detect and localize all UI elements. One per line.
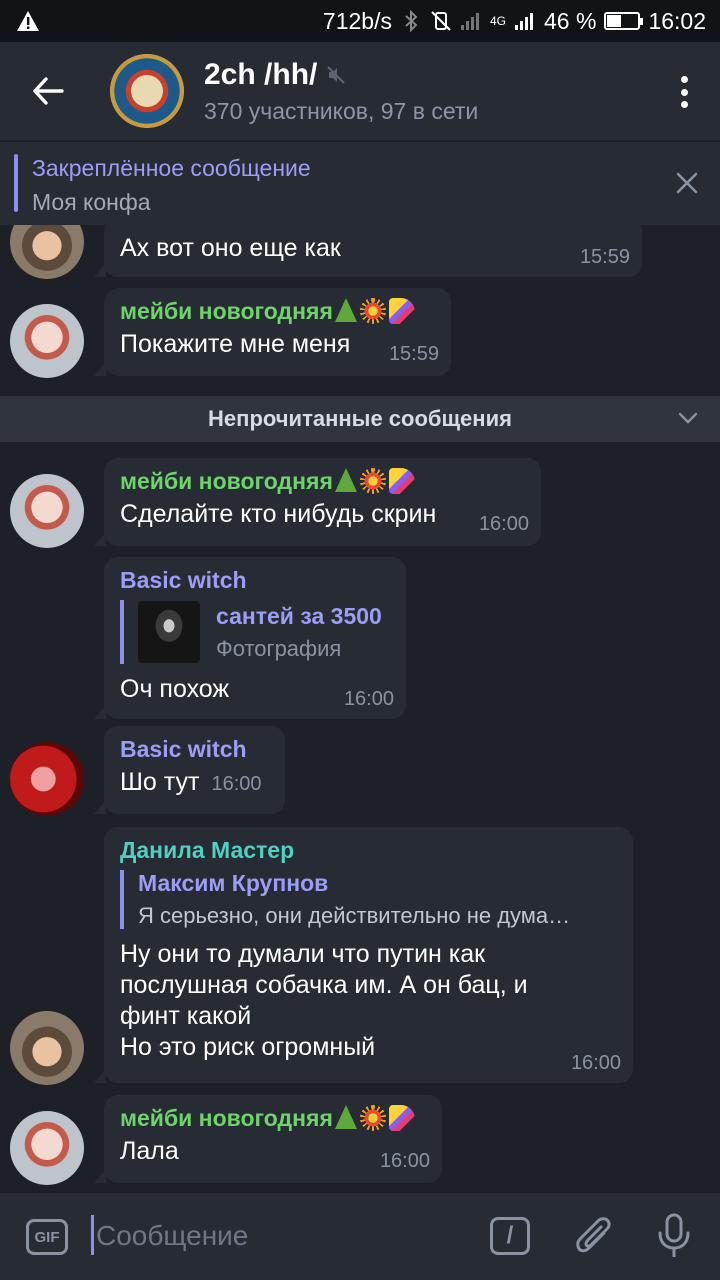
- back-arrow-icon[interactable]: [0, 42, 96, 140]
- signal-strong-icon: [514, 10, 536, 32]
- chat-avatar[interactable]: [110, 54, 184, 128]
- message-sender[interactable]: Basic witch: [120, 736, 269, 763]
- bluetooth-icon: [400, 10, 422, 32]
- reply-preview[interactable]: Максим Крупнов Я серьезно, они действите…: [120, 870, 617, 929]
- fireworks-icon: [359, 298, 386, 324]
- reply-name: Максим Крупнов: [138, 870, 329, 896]
- avatar[interactable]: [10, 1011, 84, 1085]
- warning-icon: [14, 7, 42, 35]
- chat-header: 2ch /hh/ 370 участников, 97 в сети: [0, 42, 720, 140]
- message-line: Но это риск огромный: [120, 1033, 376, 1061]
- party-popper-icon: [388, 298, 415, 324]
- pinned-title: Закреплённое сообщение: [32, 155, 311, 181]
- battery-icon: [604, 12, 644, 30]
- message-sender[interactable]: мейби новогодняя: [120, 298, 333, 324]
- battery-percent: 46 %: [544, 7, 597, 34]
- network-type: 4G: [489, 14, 506, 28]
- message-time: 15:59: [388, 343, 439, 365]
- signal-icon: [460, 10, 482, 32]
- reply-name: сантей за 3500: [216, 602, 382, 629]
- message[interactable]: Данила Мастер Максим Крупнов Я серьезно,…: [0, 827, 720, 1085]
- avatar[interactable]: [10, 742, 84, 816]
- christmas-tree-icon: [334, 298, 357, 322]
- message-time: 16:00: [211, 773, 262, 795]
- message[interactable]: мейби новогодняя Сделайте кто нибудь скр…: [0, 458, 720, 548]
- status-bar: 712b/s 4G 46 % 16:02: [0, 0, 720, 42]
- party-popper-icon: [388, 468, 415, 494]
- message[interactable]: Basic witch сантей за 3500 Фотография Оч…: [0, 557, 720, 721]
- message-line: финт какой: [120, 1002, 252, 1030]
- message[interactable]: Ах вот оно еще как 15:59: [0, 225, 720, 279]
- gif-button[interactable]: GIF: [26, 1219, 68, 1255]
- reply-preview[interactable]: сантей за 3500 Фотография: [120, 600, 390, 664]
- vibrate-icon: [430, 10, 452, 32]
- message-sender[interactable]: Данила Мастер: [120, 837, 617, 864]
- avatar[interactable]: [10, 304, 84, 378]
- microphone-icon[interactable]: [656, 1213, 692, 1259]
- more-vert-icon[interactable]: [678, 76, 690, 108]
- unread-divider: Непрочитанные сообщения: [0, 396, 720, 442]
- message-time: 16:00: [343, 688, 394, 710]
- message-text: Ах вот оно еще как: [120, 234, 341, 262]
- network-speed: 712b/s: [322, 7, 392, 34]
- christmas-tree-icon: [334, 468, 357, 492]
- chat-subtitle: 370 участников, 97 в сети: [204, 97, 479, 124]
- unread-label: Непрочитанные сообщения: [208, 406, 512, 431]
- message-line: послушная собачка им. А он бац, и: [120, 971, 528, 999]
- message-time: 15:59: [579, 246, 630, 268]
- avatar[interactable]: [10, 474, 84, 548]
- reply-photo-thumbnail: [138, 601, 200, 663]
- pinned-accent-bar: [14, 154, 18, 212]
- chevron-down-icon[interactable]: [678, 408, 698, 428]
- message[interactable]: Basic witch Шо тут 16:00: [0, 726, 720, 818]
- clock: 16:02: [648, 7, 706, 34]
- christmas-tree-icon: [334, 1105, 357, 1129]
- avatar[interactable]: [10, 225, 84, 279]
- pinned-text: Моя конфа: [32, 189, 151, 215]
- message-sender[interactable]: мейби новогодняя: [120, 1105, 333, 1131]
- text-cursor: [91, 1215, 94, 1255]
- message-text: Сделайте кто нибудь скрин: [120, 500, 437, 528]
- fireworks-icon: [359, 1105, 386, 1131]
- message-feed[interactable]: Ах вот оно еще как 15:59 мейби новогодня…: [0, 225, 720, 1193]
- avatar[interactable]: [10, 1111, 84, 1185]
- message-time: 16:00: [570, 1052, 621, 1074]
- message-line: Ну они то думали что путин как: [120, 940, 486, 968]
- reply-text: Фотография: [216, 635, 342, 661]
- pinned-message[interactable]: Закреплённое сообщение Моя конфа: [0, 141, 720, 225]
- message-input[interactable]: Сообщение: [96, 1220, 248, 1252]
- message[interactable]: мейби новогодняя Покажите мне меня 15:59: [0, 288, 720, 380]
- message-sender[interactable]: Basic witch: [120, 567, 390, 594]
- message-text: Шо тут: [120, 768, 200, 796]
- message-sender[interactable]: мейби новогодняя: [120, 468, 333, 494]
- message-input-bar: GIF Сообщение /: [0, 1193, 720, 1280]
- chat-info[interactable]: 2ch /hh/ 370 участников, 97 в сети: [204, 58, 478, 125]
- message-text: Покажите мне меня: [120, 330, 351, 358]
- party-popper-icon: [388, 1105, 415, 1131]
- attach-icon[interactable]: [574, 1215, 614, 1257]
- bot-command-button[interactable]: /: [490, 1217, 530, 1255]
- message-time: 16:00: [478, 513, 529, 535]
- message[interactable]: мейби новогодняя Лала 16:00: [0, 1095, 720, 1187]
- message-time: 16:00: [379, 1150, 430, 1172]
- muted-icon: [327, 58, 346, 92]
- chat-title: 2ch /hh/: [204, 57, 318, 91]
- reply-text: Я серьезно, они действительно не дума…: [138, 903, 571, 928]
- fireworks-icon: [359, 468, 386, 494]
- close-icon[interactable]: [674, 170, 700, 196]
